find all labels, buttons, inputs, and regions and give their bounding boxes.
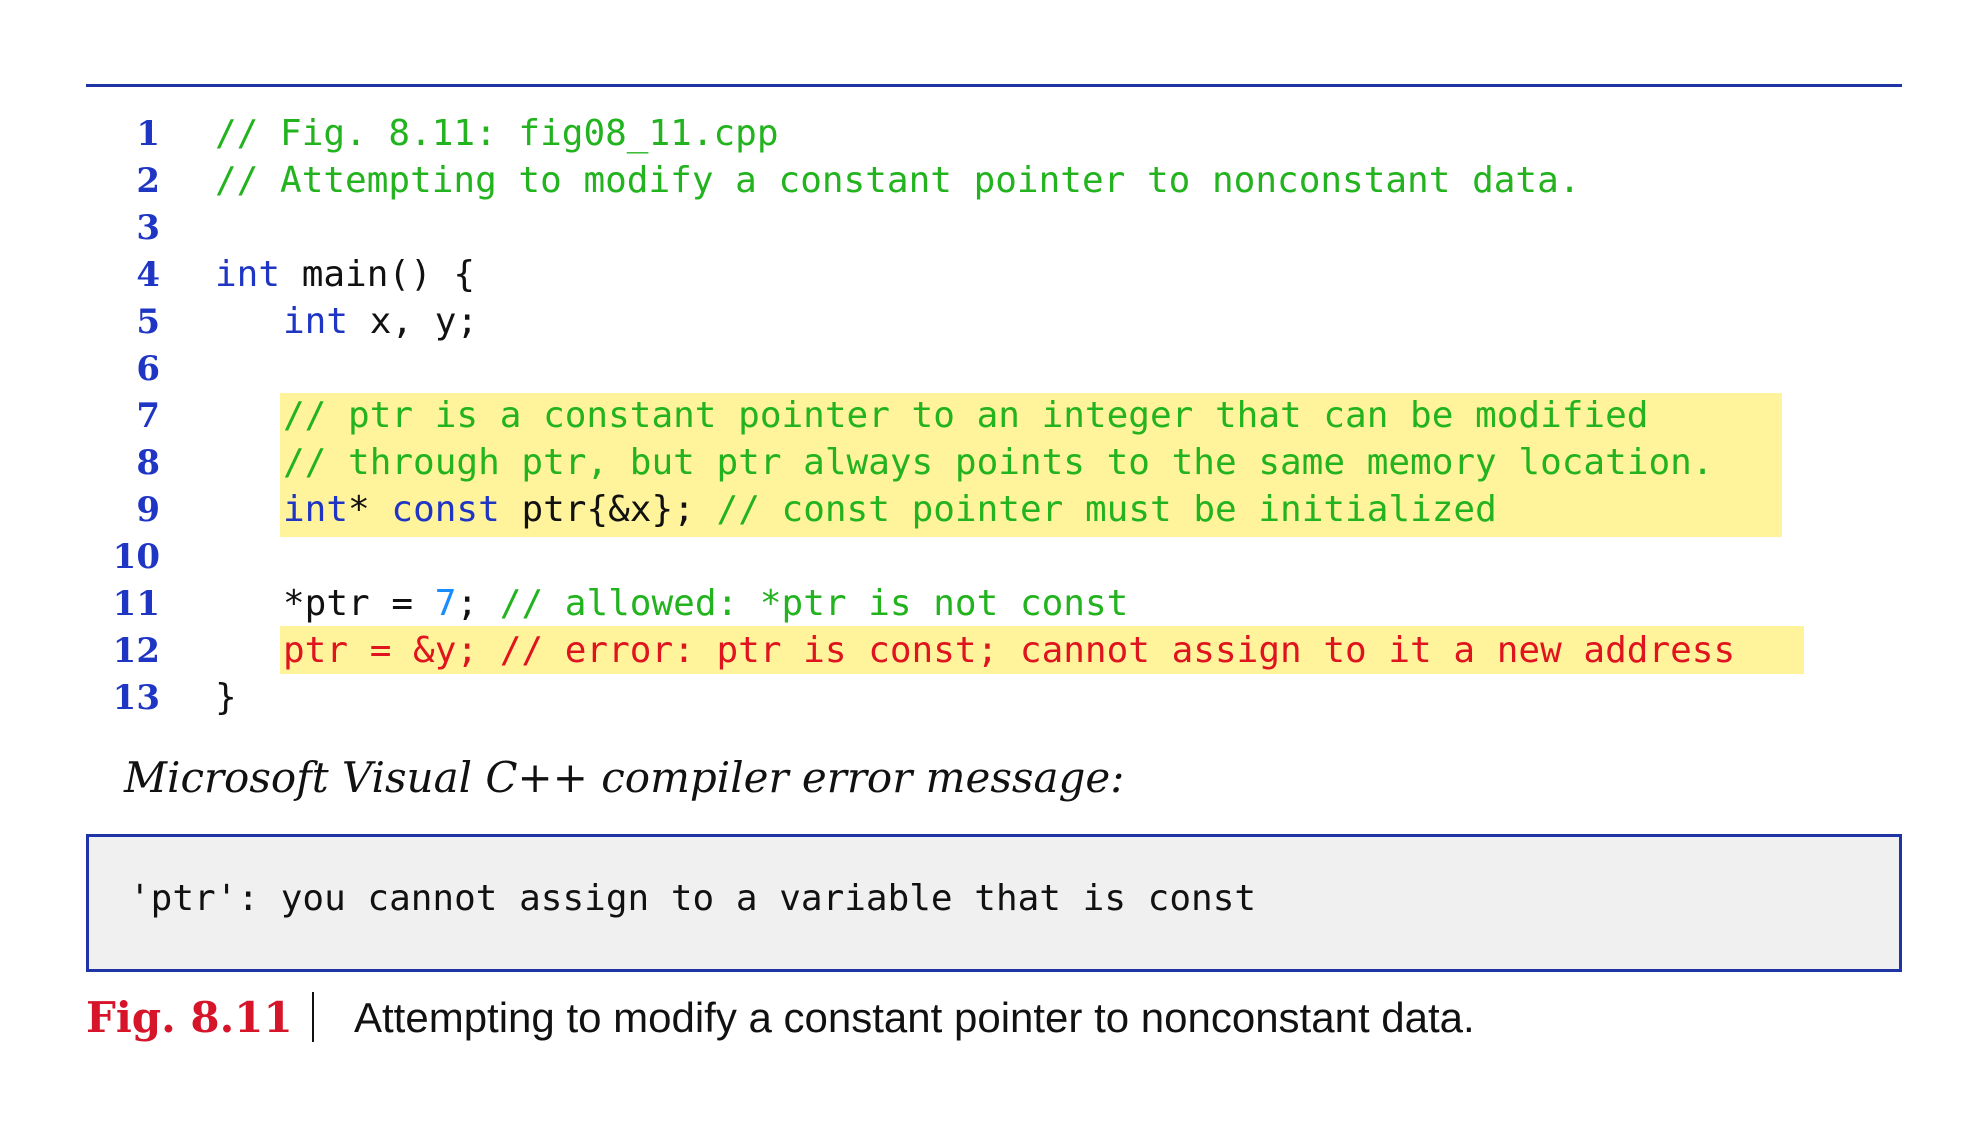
line-number: 3 (136, 208, 160, 248)
code-line: 9 int* const ptr{&x}; // const pointer mu… (0, 486, 1974, 534)
caption-divider (312, 992, 314, 1042)
code-token-plain: ptr{&x}; (499, 489, 717, 530)
code-line: 13} (0, 674, 1974, 722)
code-text: int* const ptr{&x}; // const pointer mus… (283, 486, 1497, 534)
figure-caption: Fig. 8.11 Attempting to modify a constan… (86, 988, 1902, 1048)
code-token-comment: // through ptr, but ptr always points to… (283, 442, 1714, 483)
code-token-plain: x, y; (348, 301, 479, 342)
code-token-keyword: int (215, 254, 281, 295)
code-text: // through ptr, but ptr always points to… (283, 439, 1713, 487)
line-number: 2 (136, 161, 160, 201)
code-token-plain: *ptr = (283, 583, 435, 624)
code-token-error: ptr = &y; // error: ptr is const; cannot… (283, 630, 1736, 671)
code-line: 12 ptr = &y; // error: ptr is const; cann… (0, 627, 1974, 675)
code-token-comment: // const pointer must be initialized (716, 489, 1497, 530)
code-token-keyword: int (283, 301, 349, 342)
line-number: 12 (112, 631, 160, 671)
code-text: int x, y; (283, 298, 478, 346)
code-line: 7 // ptr is a constant pointer to an inte… (0, 392, 1974, 440)
code-text: *ptr = 7; // allowed: *ptr is not const (283, 580, 1128, 628)
line-number: 13 (112, 678, 160, 718)
code-text: ptr = &y; // error: ptr is const; cannot… (283, 627, 1735, 675)
code-line: 6 (0, 345, 1974, 393)
code-token-comment: // Fig. 8.11: fig08_11.cpp (215, 113, 779, 154)
figure-title: Attempting to modify a constant pointer … (354, 994, 1475, 1041)
code-line: 10 (0, 533, 1974, 581)
code-token-plain: main() { (280, 254, 476, 295)
line-number: 6 (136, 349, 160, 389)
code-token-plain: ; (456, 583, 500, 624)
top-rule (86, 84, 1902, 87)
code-token-comment: // Attempting to modify a constant point… (215, 160, 1581, 201)
code-line: 2 // Attempting to modify a constant poin… (0, 157, 1974, 205)
line-number: 4 (136, 255, 160, 295)
code-text: int main() { (215, 251, 475, 299)
line-number: 10 (112, 537, 160, 577)
code-line: 8 // through ptr, but ptr always points t… (0, 439, 1974, 487)
figure-label: Fig. 8.11 (86, 993, 293, 1042)
line-number: 7 (136, 396, 160, 436)
code-token-comment: // allowed: *ptr is not const (499, 583, 1129, 624)
line-number: 9 (136, 490, 160, 530)
code-text: // Fig. 8.11: fig08_11.cpp (215, 110, 779, 158)
code-line: 5 int x, y; (0, 298, 1974, 346)
code-text: } (215, 674, 237, 722)
compiler-error-box: 'ptr': you cannot assign to a variable t… (86, 834, 1902, 972)
code-line: 11 *ptr = 7; // allowed: *ptr is not cons… (0, 580, 1974, 628)
code-token-number: 7 (434, 583, 457, 624)
code-token-keyword: const (391, 489, 500, 530)
compiler-error-message: 'ptr': you cannot assign to a variable t… (129, 878, 1257, 919)
code-line: 3 (0, 204, 1974, 252)
code-line: 1 // Fig. 8.11: fig08_11.cpp (0, 110, 1974, 158)
line-number: 8 (136, 443, 160, 483)
code-token-keyword: int (283, 489, 349, 530)
compiler-output-heading: Microsoft Visual C++ compiler error mess… (124, 753, 1125, 802)
code-token-plain: } (215, 677, 237, 718)
code-token-comment: // ptr is a constant pointer to an integ… (283, 395, 1649, 436)
code-text: // ptr is a constant pointer to an integ… (283, 392, 1648, 440)
code-token-plain: * (348, 489, 392, 530)
line-number: 5 (136, 302, 160, 342)
line-number: 11 (112, 584, 160, 624)
code-line: 4 int main() { (0, 251, 1974, 299)
code-text: // Attempting to modify a constant point… (215, 157, 1580, 205)
line-number: 1 (136, 114, 160, 154)
